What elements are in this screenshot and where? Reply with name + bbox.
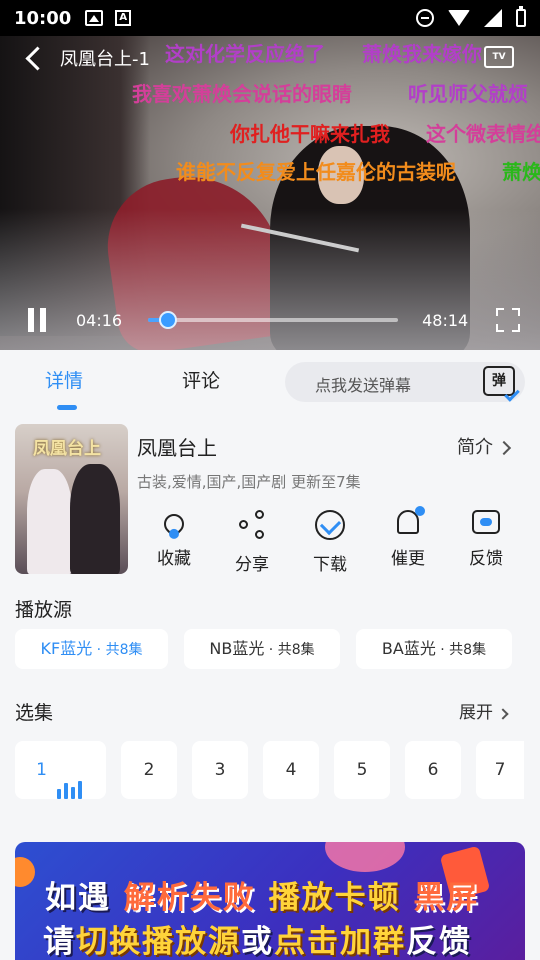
banner-decoration <box>15 857 35 887</box>
episode-button[interactable]: 2 <box>121 741 177 799</box>
feedback-button[interactable]: 反馈 <box>456 510 516 569</box>
banner-text: 切换播放源 <box>76 924 241 960</box>
episode-button[interactable]: 3 <box>192 741 248 799</box>
now-playing-bars-icon <box>56 741 85 799</box>
action-label: 收藏 <box>157 549 191 569</box>
source-count: · 共8集 <box>92 642 143 658</box>
show-poster[interactable]: 凤凰台上 <box>15 424 128 574</box>
share-icon <box>237 510 267 540</box>
share-button[interactable]: 分享 <box>222 510 282 575</box>
source-chip-ba[interactable]: BA蓝光 · 共8集 <box>356 629 512 669</box>
progress-bar[interactable] <box>148 311 399 329</box>
source-count: · 共8集 <box>264 642 315 658</box>
source-count: · 共8集 <box>435 642 487 658</box>
banner-text: 反馈 <box>406 924 472 960</box>
pause-icon[interactable] <box>26 308 48 332</box>
expand-label: 展开 <box>459 703 493 723</box>
do-not-disturb-icon <box>416 9 434 27</box>
banner-text: 播放卡顿 <box>268 880 401 916</box>
chevron-right-icon <box>497 708 509 720</box>
intro-label: 简介 <box>457 437 493 458</box>
favorite-button[interactable]: 收藏 <box>144 509 204 569</box>
source-name: KF蓝光 <box>40 639 93 658</box>
player-top-bar: 凤凰台上-1 <box>0 36 540 80</box>
banner-text: 点击加群 <box>274 924 406 960</box>
download-icon <box>315 510 345 540</box>
danmaku-comment: 听见师父就烦 <box>408 82 528 106</box>
danmaku-comment: 谁能不反复爱上任嘉伦的古装呢 <box>176 160 456 184</box>
wifi-icon <box>448 10 470 26</box>
danmaku-comment: 萧焕 <box>502 160 540 184</box>
danmaku-icon-label: 弹 <box>492 373 506 389</box>
danmaku-comment: 这个微表情绝 <box>426 122 540 146</box>
video-title: 凤凰台上-1 <box>60 49 150 70</box>
banner-decoration <box>325 842 405 872</box>
active-tab-indicator <box>57 405 77 410</box>
danmaku-toggle-icon[interactable]: 弹 <box>483 366 520 402</box>
check-icon <box>504 386 520 402</box>
banner-line-2: 请切换播放源或点击加群反馈 <box>43 916 472 960</box>
banner-text: 解析失败 <box>123 880 256 916</box>
feedback-icon <box>472 510 500 534</box>
danmaku-comment: 我喜欢萧焕会说话的眼睛 <box>132 82 352 106</box>
current-time: 04:16 <box>76 310 123 330</box>
font-notification-icon: A <box>115 10 132 26</box>
urge-update-button[interactable]: 催更 <box>378 506 438 569</box>
poster-title: 凤凰台上 <box>33 439 101 459</box>
chevron-right-icon <box>496 440 512 456</box>
bell-icon <box>397 506 425 534</box>
status-bar: 10:00 A <box>0 0 540 36</box>
fullscreen-icon[interactable] <box>496 308 521 332</box>
source-chip-nb[interactable]: NB蓝光 · 共8集 <box>184 629 340 669</box>
action-label: 反馈 <box>469 549 503 569</box>
danmaku-input-placeholder: 点我发送弹幕 <box>315 376 412 395</box>
duration-time: 48:14 <box>422 310 469 330</box>
show-title: 凤凰台上 <box>137 436 217 460</box>
banner-text: 请 <box>43 924 76 960</box>
source-chip-kf[interactable]: KF蓝光 · 共8集 <box>15 629 168 669</box>
source-name: NB蓝光 <box>209 639 265 658</box>
back-arrow-icon[interactable] <box>20 43 50 73</box>
tab-comments[interactable]: 评论 <box>182 366 220 393</box>
banner-text: 如遇 <box>45 880 111 916</box>
cast-tv-icon[interactable]: TV <box>484 46 514 68</box>
tab-details[interactable]: 详情 <box>45 366 83 393</box>
banner-text: 黑屏 <box>413 880 480 916</box>
source-name: BA蓝光 <box>381 639 436 658</box>
episode-button[interactable]: 7 <box>476 741 524 799</box>
intro-link[interactable]: 简介 <box>457 433 512 459</box>
expand-episodes-link[interactable]: 展开 <box>459 698 509 723</box>
favorite-heart-icon <box>159 509 189 539</box>
cell-signal-icon <box>484 9 502 27</box>
sources-heading: 播放源 <box>15 599 73 621</box>
poster-figure-man <box>70 464 120 574</box>
battery-icon <box>516 6 526 27</box>
banner-text: 或 <box>241 924 274 960</box>
detail-tabs: 详情 评论 点我发送弹幕 弹 <box>0 350 540 410</box>
episodes-heading: 选集 <box>15 702 54 724</box>
download-button[interactable]: 下载 <box>300 510 360 575</box>
show-tags: 古装,爱情,国产,国产剧 更新至7集 <box>137 473 361 491</box>
episode-number: 1 <box>36 760 47 780</box>
danmaku-send-input[interactable]: 点我发送弹幕 弹 <box>285 362 525 402</box>
action-label: 催更 <box>391 549 425 569</box>
action-label: 下载 <box>313 555 347 575</box>
episode-button[interactable]: 1 <box>15 741 106 799</box>
status-time: 10:00 <box>14 7 72 29</box>
player-controls: 04:16 48:14 <box>0 290 540 350</box>
danmaku-comment: 你扎他干嘛来扎我 <box>230 122 390 146</box>
episode-button[interactable]: 5 <box>334 741 390 799</box>
episode-button[interactable]: 4 <box>263 741 319 799</box>
poster-figure-woman <box>27 469 72 574</box>
image-notification-icon <box>85 10 104 26</box>
progress-handle[interactable] <box>159 311 178 329</box>
video-player[interactable]: 这对化学反应绝了 萧焕我来嫁你 我喜欢萧焕会说话的眼睛 听见师父就烦 你扎他干嘛… <box>0 36 540 350</box>
help-banner[interactable]: 如遇 解析失败 播放卡顿 黑屏 请切换播放源或点击加群反馈 <box>15 842 525 960</box>
action-label: 分享 <box>235 555 269 575</box>
banner-line-1: 如遇 解析失败 播放卡顿 黑屏 <box>45 872 479 917</box>
episode-button[interactable]: 6 <box>405 741 461 799</box>
